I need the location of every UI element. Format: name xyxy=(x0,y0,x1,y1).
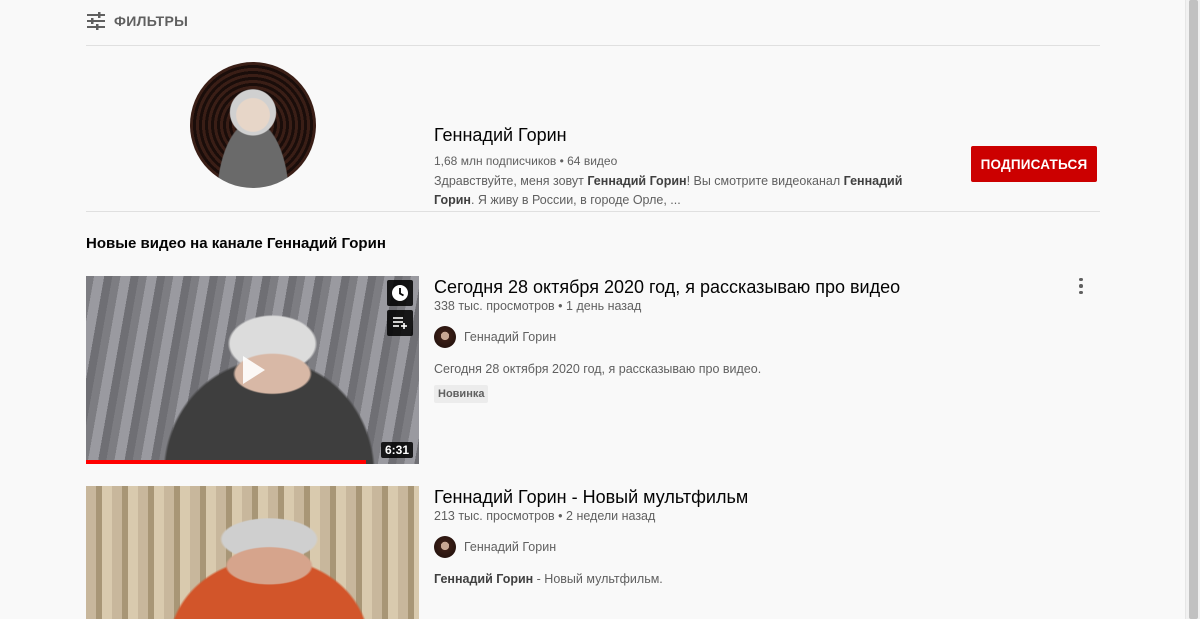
channel-mini-avatar[interactable] xyxy=(434,326,456,348)
video-description: Геннадий Горин - Новый мультфильм. xyxy=(434,572,663,586)
channel-description: Здравствуйте, меня зовут Геннадий Горин!… xyxy=(434,174,903,207)
new-badge: Новинка xyxy=(434,385,489,403)
filters-button[interactable]: ФИЛЬТРЫ xyxy=(86,0,1100,46)
video-duration: 6:31 xyxy=(380,442,413,458)
channel-name[interactable]: Геннадий Горин xyxy=(434,125,567,146)
watch-later-icon[interactable] xyxy=(387,280,413,306)
video-channel[interactable]: Геннадий Горин xyxy=(434,536,556,558)
section-title: Новые видео на канале Геннадий Горин xyxy=(86,235,386,252)
add-to-queue-icon[interactable] xyxy=(387,310,413,336)
scrollbar-thumb[interactable] xyxy=(1189,0,1198,619)
subscribe-button[interactable]: ПОДПИСАТЬСЯ xyxy=(971,146,1097,182)
scrollbar[interactable] xyxy=(1185,0,1200,619)
play-icon xyxy=(243,356,265,384)
channel-card[interactable]: Геннадий Горин 1,68 млн подписчиков • 64… xyxy=(86,46,1100,212)
video-title[interactable]: Сегодня 28 октября 2020 год, я рассказыв… xyxy=(434,277,900,298)
video-channel-name[interactable]: Геннадий Горин xyxy=(464,540,556,554)
video-meta: 338 тыс. просмотров • 1 день назад xyxy=(434,299,642,313)
watched-progress-bar xyxy=(86,460,366,464)
channel-mini-avatar[interactable] xyxy=(434,536,456,558)
video-channel[interactable]: Геннадий Горин xyxy=(434,326,556,348)
sliders-icon xyxy=(86,11,106,30)
more-options-icon[interactable] xyxy=(1074,276,1088,296)
video-thumbnail[interactable] xyxy=(86,486,419,619)
video-row[interactable]: 6:31 Сегодня 28 октября 2020 год, я расс… xyxy=(86,276,1100,464)
filters-label: ФИЛЬТРЫ xyxy=(114,12,189,29)
search-results: ФИЛЬТРЫ Геннадий Горин 1,68 млн подписчи… xyxy=(86,0,1100,212)
channel-stats: 1,68 млн подписчиков • 64 видео xyxy=(434,154,618,168)
video-meta: 213 тыс. просмотров • 2 недели назад xyxy=(434,509,656,523)
channel-avatar[interactable] xyxy=(190,62,316,188)
video-thumbnail[interactable]: 6:31 xyxy=(86,276,419,464)
video-description: Сегодня 28 октября 2020 год, я рассказыв… xyxy=(434,362,762,376)
video-row[interactable]: Геннадий Горин - Новый мультфильм 213 ты… xyxy=(86,486,1100,619)
video-channel-name[interactable]: Геннадий Горин xyxy=(464,330,556,344)
video-title[interactable]: Геннадий Горин - Новый мультфильм xyxy=(434,487,748,508)
